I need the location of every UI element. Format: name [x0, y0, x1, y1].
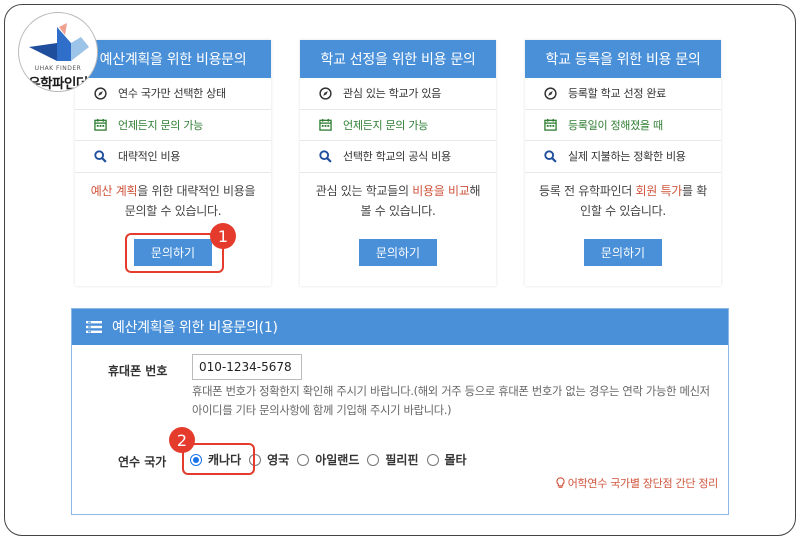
search-icon: [543, 149, 557, 163]
logo-mark-icon: [29, 23, 89, 61]
card-description: 등록 전 유학파인더 회원 특가를 확인할 수 있습니다.: [539, 183, 707, 218]
card-row: 등록일이 정해졌을 때: [525, 110, 721, 141]
country-tip-link[interactable]: 어학연수 국가별 장단점 간단 정리: [556, 475, 718, 491]
logo-subtitle: UHAK FINDER: [34, 65, 82, 72]
radio-malta[interactable]: 몰타: [426, 451, 467, 468]
annotation-badge-1: 1: [210, 223, 236, 249]
radio-ireland[interactable]: 아일랜드: [297, 451, 359, 468]
radio-philippines[interactable]: 필리핀: [367, 451, 419, 468]
list-icon: [86, 321, 102, 333]
card-row-label: 언제든지 문의 가능: [343, 118, 428, 132]
card-description: 예산 계획을 위한 대략적인 비용을 문의할 수 있습니다.: [90, 183, 256, 218]
card-title: 학교 등록을 위한 비용 문의: [525, 40, 721, 78]
card-row-label: 등록할 학교 선정 완료: [568, 87, 666, 101]
calendar-icon: [543, 118, 557, 132]
radio-button[interactable]: [367, 453, 380, 466]
card-row-label: 선택한 학교의 공식 비용: [343, 150, 451, 164]
radio-uk[interactable]: 영국: [249, 451, 289, 468]
card-row-label: 등록일이 정해졌을 때: [568, 118, 663, 132]
card-row: 선택한 학교의 공식 비용: [300, 141, 496, 173]
phone-label: 휴대폰 번호: [108, 364, 168, 378]
phone-help-text: 휴대폰 번호가 정확한지 확인해 주시기 바랍니다.(해외 거주 등으로 휴대폰…: [192, 385, 710, 417]
card-row: 실제 지불하는 정확한 비용: [525, 141, 721, 173]
country-label: 연수 국가: [118, 455, 167, 469]
card-row-label: 대략적인 비용: [118, 150, 181, 164]
form-title: 예산계획을 위한 비용문의(1): [112, 320, 278, 336]
card-row: 등록할 학교 선정 완료: [525, 78, 721, 110]
radio-button[interactable]: [297, 453, 310, 466]
form-header: 예산계획을 위한 비용문의(1): [72, 309, 728, 345]
card-row-label: 연수 국가만 선택한 상태: [118, 87, 226, 101]
card-row: 연수 국가만 선택한 상태: [75, 78, 271, 110]
annotation-badge-2: 2: [169, 427, 195, 453]
inquiry-button[interactable]: 문의하기: [359, 239, 437, 266]
card-row: 언제든지 문의 가능: [75, 110, 271, 141]
inquiry-button[interactable]: 문의하기: [584, 239, 662, 266]
phone-input[interactable]: [192, 354, 302, 380]
card-school-register: 학교 등록을 위한 비용 문의 등록할 학교 선정 완료 등록일이 정해졌을 때…: [525, 40, 721, 286]
calendar-icon: [318, 118, 332, 132]
lightbulb-icon: [556, 477, 565, 489]
card-row-label: 언제든지 문의 가능: [118, 118, 203, 132]
search-icon: [93, 149, 107, 163]
inquiry-form-panel: 예산계획을 위한 비용문의(1) 휴대폰 번호 휴대폰 번호가 정확한지 확인해…: [71, 308, 729, 515]
search-icon: [318, 149, 332, 163]
site-logo[interactable]: UHAK FINDER 유학파인더: [18, 12, 98, 92]
card-title: 예산계획을 위한 비용문의: [75, 40, 271, 78]
radio-button[interactable]: [426, 453, 439, 466]
card-description: 관심 있는 학교들의 비용을 비교해 볼 수 있습니다.: [315, 183, 481, 218]
annotation-highlight-1: [125, 233, 224, 273]
calendar-icon: [93, 118, 107, 132]
card-row: 대략적인 비용: [75, 141, 271, 173]
card-row: 언제든지 문의 가능: [300, 110, 496, 141]
card-title: 학교 선정을 위한 비용 문의: [300, 40, 496, 78]
compass-icon: [318, 86, 332, 100]
card-row-label: 관심 있는 학교가 있음: [343, 87, 441, 101]
card-school-select: 학교 선정을 위한 비용 문의 관심 있는 학교가 있음 언제든지 문의 가능 …: [300, 40, 496, 286]
card-row: 관심 있는 학교가 있음: [300, 78, 496, 110]
compass-icon: [543, 86, 557, 100]
annotation-highlight-2: [182, 443, 255, 475]
card-row-label: 실제 지불하는 정확한 비용: [568, 150, 686, 164]
logo-text: 유학파인더: [28, 76, 88, 92]
